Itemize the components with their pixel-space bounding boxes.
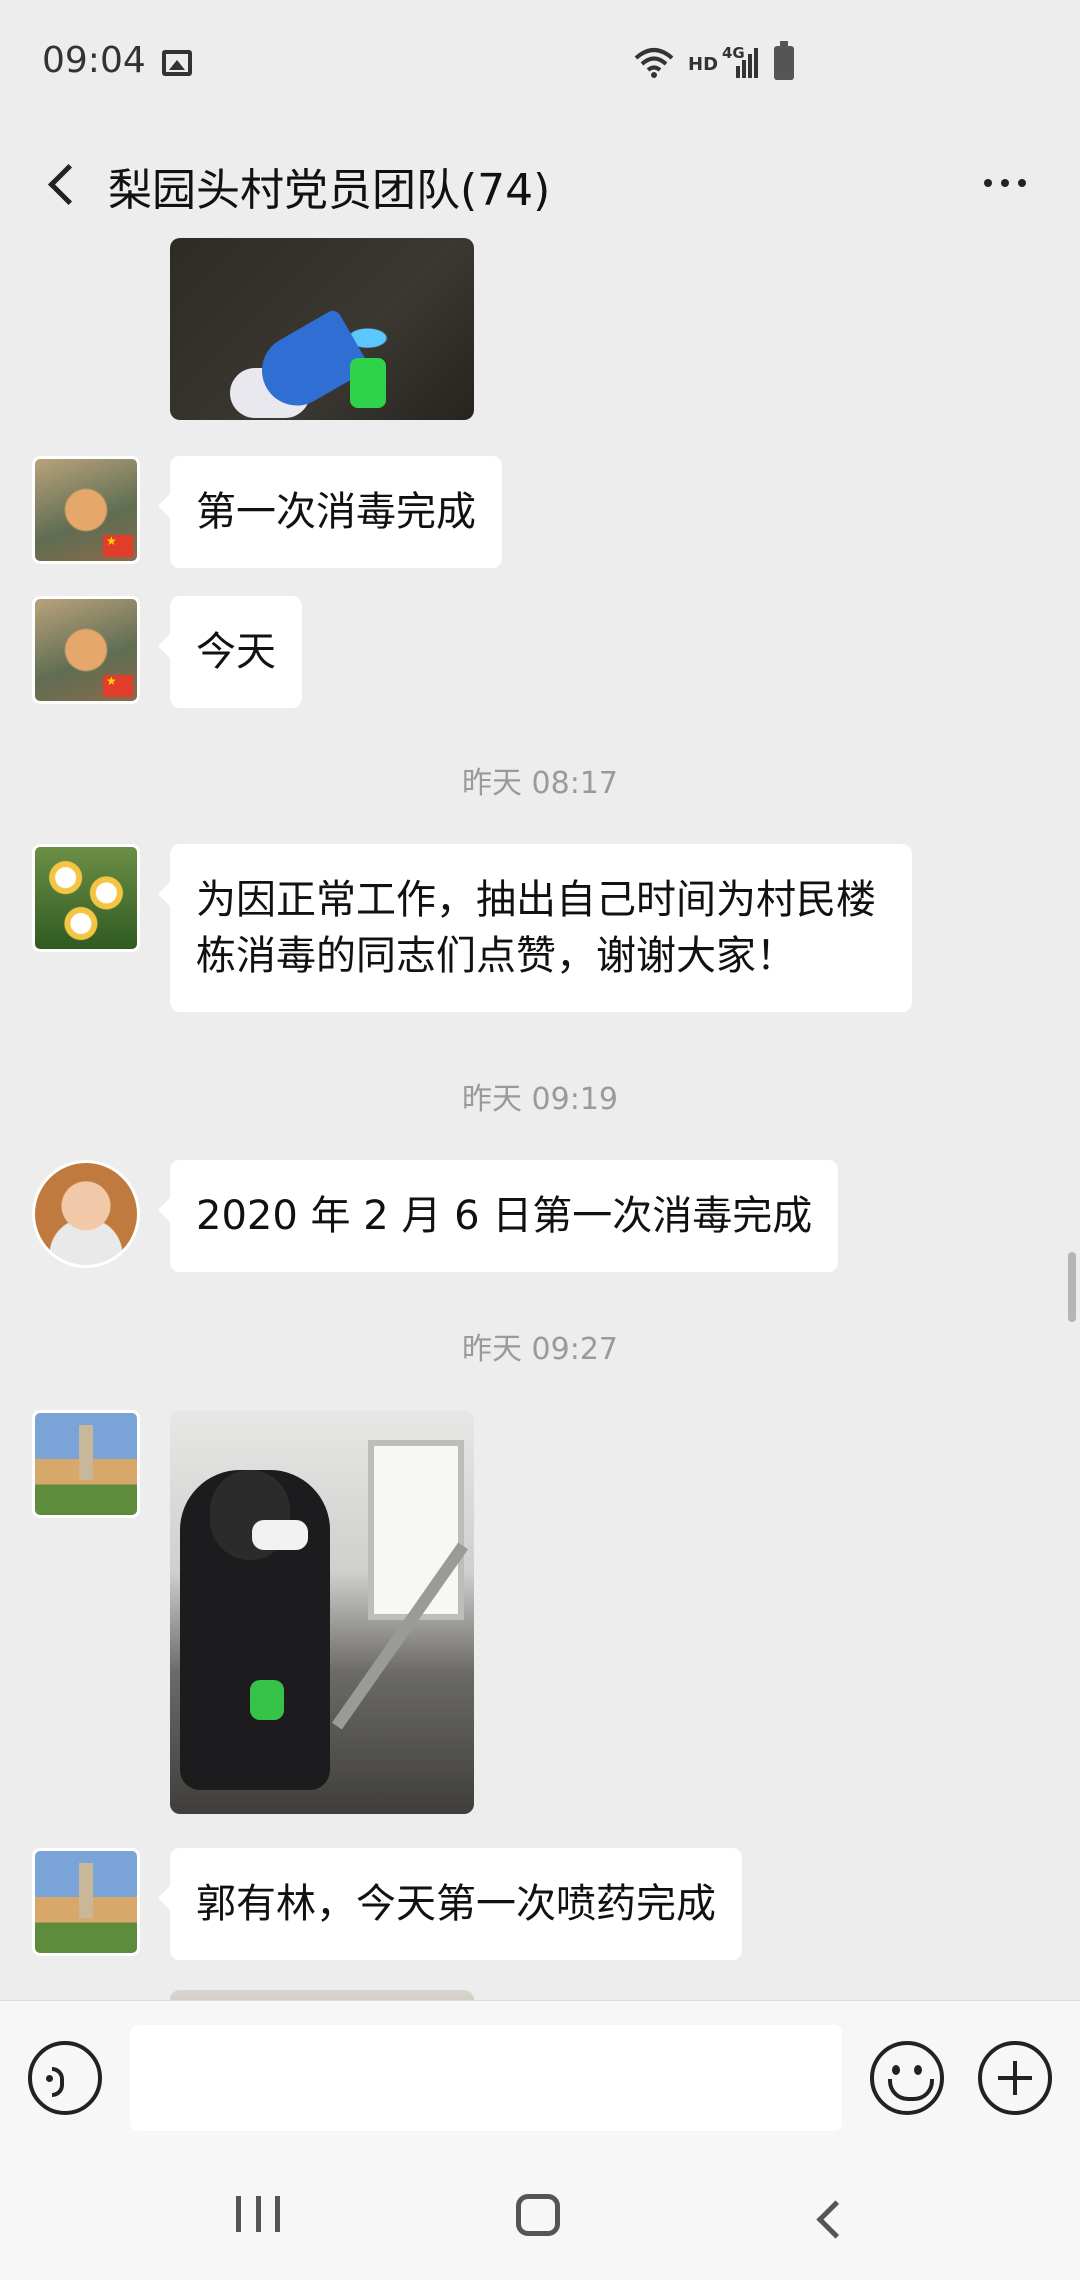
photo-floor-spraying (170, 238, 474, 420)
input-bar (0, 2000, 1080, 2148)
message-bubble[interactable]: 第一次消毒完成 (158, 456, 502, 568)
back-arrow-icon[interactable] (30, 148, 100, 218)
chat-header: 梨园头村党员团队(74) (0, 130, 1080, 238)
message-bubble[interactable]: 郭有林，今天第一次喷药完成 (158, 1848, 742, 1960)
window-shape (368, 1440, 464, 1620)
avatar[interactable] (32, 1160, 140, 1268)
mask-shape (252, 1520, 308, 1550)
person-shape (180, 1470, 330, 1790)
message-bubble[interactable]: 为因正常工作，抽出自己时间为村民楼栋消毒的同志们点赞，谢谢大家！ (158, 844, 912, 1012)
message-list[interactable]: 第一次消毒完成 今天 昨天 08:17 为因正常工作，抽出自己时间为村民楼栋消毒… (0, 238, 1080, 2000)
timestamp: 昨天 08:17 (462, 766, 618, 801)
voice-icon[interactable] (28, 2041, 102, 2115)
timestamp: 昨天 09:27 (462, 1332, 618, 1367)
dot-icon (1018, 179, 1026, 187)
avatar[interactable] (32, 844, 140, 952)
status-bar: 09:04 HD 4G (0, 0, 1080, 130)
recent-apps-icon[interactable] (236, 2196, 280, 2236)
image-message-partial[interactable] (170, 1990, 474, 2000)
bar-shape (236, 2196, 241, 2232)
gallery-notification-icon (162, 50, 192, 76)
photo-stairwell-spraying (170, 1410, 474, 1814)
message-bubble[interactable]: 2020 年 2 月 6 日第一次消毒完成 (157, 1160, 839, 1272)
message-bubble[interactable]: 今天 (158, 596, 302, 708)
more-icon[interactable] (970, 158, 1040, 208)
message-input[interactable] (130, 2025, 842, 2131)
sprayer-can-shape (250, 1680, 284, 1720)
battery-icon (774, 41, 794, 80)
sprayer-shape (350, 358, 386, 408)
status-time: 09:04 (42, 40, 146, 81)
avatar[interactable] (32, 1848, 140, 1956)
emoji-icon[interactable] (870, 2041, 944, 2115)
photo-partial (170, 1990, 474, 2000)
avatar[interactable] (32, 596, 140, 704)
image-message-stairs[interactable] (170, 1410, 474, 1814)
head-shape (210, 1470, 308, 1560)
wifi-icon (634, 48, 674, 78)
image-message-disinfection[interactable] (170, 238, 474, 420)
flag-icon (103, 674, 133, 697)
dot-icon (1001, 179, 1009, 187)
scrollbar[interactable] (1068, 1252, 1076, 1322)
timestamp: 昨天 09:19 (462, 1082, 618, 1117)
system-nav-bar (0, 2148, 1080, 2280)
chat-title: 梨园头村党员团队(74) (108, 165, 551, 216)
home-icon[interactable] (516, 2194, 560, 2236)
avatar[interactable] (32, 1410, 140, 1518)
avatar[interactable] (32, 456, 140, 564)
plus-icon[interactable] (978, 2041, 1052, 2115)
hd-indicator: HD (688, 54, 719, 75)
dot-icon (984, 179, 992, 187)
bar-shape (255, 2196, 261, 2232)
network-4g-label: 4G (722, 44, 745, 62)
chat-screen: 09:04 HD 4G 梨园头村党员团队(74) ★ 第一次消毒完成 ★ 今天 … (0, 0, 1080, 2280)
flag-icon (103, 534, 133, 557)
bar-shape (275, 2196, 280, 2232)
nav-back-icon[interactable] (808, 2198, 848, 2238)
